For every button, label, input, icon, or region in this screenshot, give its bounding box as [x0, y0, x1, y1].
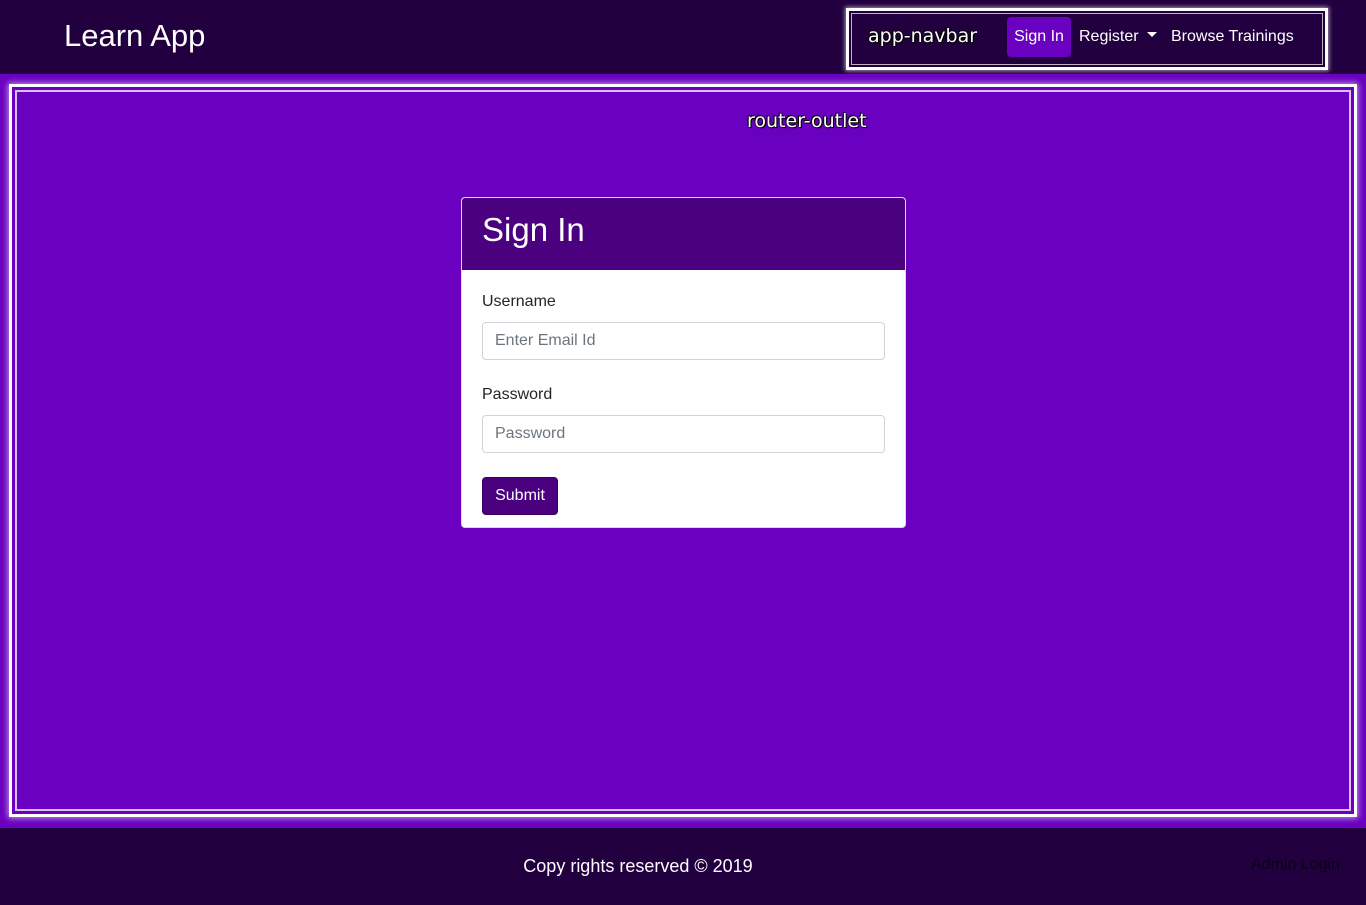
- nav-browse-trainings-link[interactable]: Browse Trainings: [1171, 17, 1294, 57]
- username-label: Username: [482, 293, 556, 310]
- nav-register-dropdown[interactable]: Register: [1079, 17, 1157, 57]
- app-brand[interactable]: Learn App: [64, 18, 205, 54]
- nav-register-label: Register: [1079, 28, 1139, 45]
- nav-signin-link[interactable]: Sign In: [1007, 17, 1071, 57]
- signin-card: Sign In Username Password Submit: [461, 197, 906, 528]
- password-label: Password: [482, 386, 553, 403]
- nav-browse-label: Browse Trainings: [1171, 28, 1294, 45]
- username-input[interactable]: [482, 322, 885, 360]
- signin-title: Sign In: [482, 211, 585, 248]
- caret-down-icon: [1146, 32, 1157, 38]
- admin-login-link[interactable]: Admin Login: [1251, 856, 1340, 874]
- submit-button[interactable]: Submit: [482, 477, 558, 515]
- signin-card-header: Sign In: [462, 198, 905, 270]
- footer-copyright: Copy rights reserved © 2019: [523, 856, 753, 876]
- password-input[interactable]: [482, 415, 885, 453]
- signin-form: Username Password Submit: [462, 270, 905, 527]
- router-outlet-label: router-outlet: [747, 110, 867, 132]
- footer: Copy rights reserved © 2019 Admin Login: [0, 828, 1366, 905]
- navbar-debug-label: app-navbar: [868, 25, 978, 47]
- nav-signin-label: Sign In: [1014, 28, 1064, 45]
